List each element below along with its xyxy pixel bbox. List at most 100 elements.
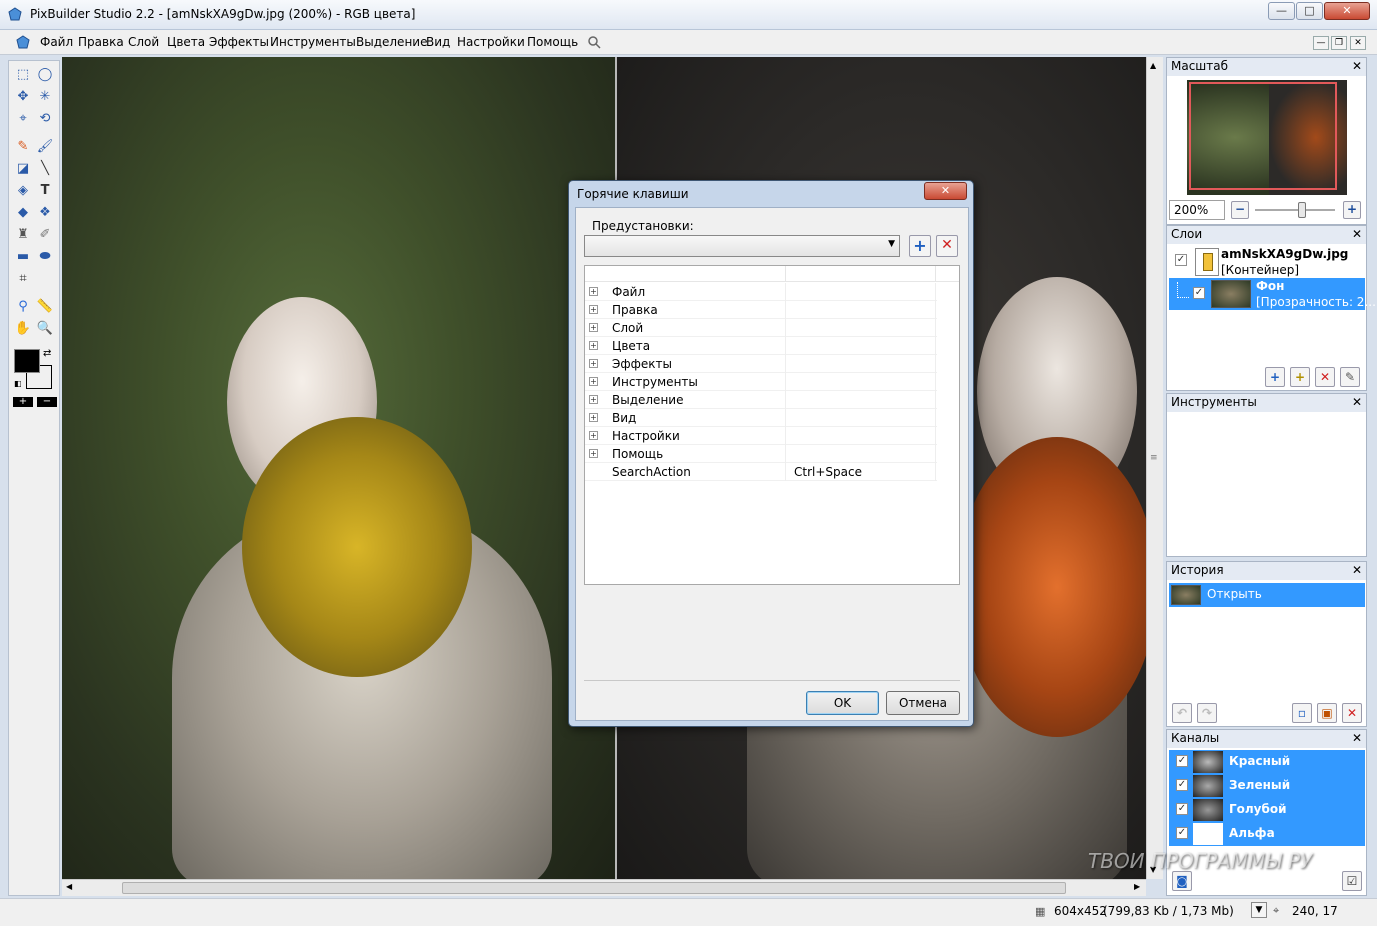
tree-row-hotkey[interactable]: Ctrl+Space (794, 465, 862, 479)
history-item[interactable]: Открыть (1169, 583, 1365, 607)
line-icon[interactable]: ╲ (35, 159, 55, 179)
expand-icon[interactable]: + (589, 449, 598, 458)
new-document-button[interactable]: ▫ (1292, 703, 1312, 723)
stamp-icon[interactable]: ♜ (13, 225, 33, 245)
smudge-icon[interactable]: ✐ (35, 225, 55, 245)
zoom-slider-thumb[interactable] (1298, 202, 1306, 218)
tree-row-tools[interactable]: + Инструменты (585, 373, 937, 391)
layer-background-visibility-checkbox[interactable]: ✓ (1193, 287, 1205, 299)
text-tool-icon[interactable]: T (35, 181, 55, 201)
redo-button[interactable]: ↷ (1197, 703, 1217, 723)
pencil-icon[interactable]: ✎ (13, 137, 33, 157)
menu-settings[interactable]: Настройки (457, 35, 525, 49)
layer-background-row[interactable]: ✓ Фон [Прозрачность: 2... (1169, 278, 1376, 310)
add-preset-button[interactable]: + (909, 235, 931, 257)
maximize-button[interactable]: □ (1296, 2, 1323, 20)
menu-file[interactable]: Файл (40, 35, 73, 49)
ok-button[interactable]: OK (806, 691, 879, 715)
new-container-button[interactable]: + (1290, 367, 1310, 387)
channel-row-blue[interactable]: ✓ Голубой (1169, 798, 1365, 822)
delete-preset-button[interactable]: ✕ (936, 235, 958, 257)
gradient-icon[interactable]: ◆ (13, 203, 33, 223)
tree-row-help[interactable]: + Помощь (585, 445, 937, 463)
tree-row-effects[interactable]: + Эффекты (585, 355, 937, 373)
expand-icon[interactable]: + (589, 341, 598, 350)
channel-row-alpha[interactable]: ✓ Альфа (1169, 822, 1365, 846)
dialog-close-button[interactable]: ✕ (924, 182, 967, 200)
expand-icon[interactable]: + (589, 395, 598, 404)
snapshot-button[interactable]: ▣ (1317, 703, 1337, 723)
minimize-button[interactable]: — (1268, 2, 1295, 20)
eraser-icon[interactable]: ◪ (13, 159, 33, 179)
magnetic-lasso-icon[interactable]: ⟲ (35, 109, 55, 129)
navigator-viewport[interactable] (1189, 82, 1337, 190)
tree-row-layer[interactable]: + Слой (585, 319, 937, 337)
tree-row-view[interactable]: + Вид (585, 409, 937, 427)
h-scroll-thumb[interactable] (122, 882, 1066, 894)
mdi-restore-button[interactable]: ❐ (1331, 36, 1347, 50)
zoom-icon[interactable]: 🔍 (35, 319, 55, 339)
zoom-out-button[interactable]: − (1231, 201, 1249, 219)
channel-green-checkbox[interactable]: ✓ (1176, 779, 1188, 791)
fill-bucket-icon[interactable]: ◈ (13, 181, 33, 201)
scroll-right-icon[interactable]: ▶ (1134, 882, 1140, 891)
zoom-input[interactable]: 200% (1169, 200, 1225, 220)
default-colors-icon[interactable]: ◧ (14, 379, 22, 388)
expand-icon[interactable]: + (589, 431, 598, 440)
expand-icon[interactable]: + (589, 359, 598, 368)
delete-history-button[interactable]: ✕ (1342, 703, 1362, 723)
ruler-icon[interactable]: 📏 (35, 297, 55, 317)
hotkeys-tree[interactable]: + Файл + Правка + Слой + Цвета + Эффекты + Инс… (584, 265, 960, 585)
menu-tools[interactable]: Инструменты (270, 35, 356, 49)
layer-container-row[interactable]: ✓ amNskXA9gDw.jpg [Контейнер] (1167, 246, 1366, 278)
quick-mask-off-icon[interactable]: − (37, 397, 57, 407)
layer-container-visibility-checkbox[interactable]: ✓ (1175, 254, 1187, 266)
ellipse-icon[interactable]: ⬬ (35, 247, 55, 267)
rounded-rect-icon[interactable]: ▬ (13, 247, 33, 267)
foreground-color-swatch[interactable] (14, 349, 40, 373)
channel-apply-button[interactable]: ☑ (1342, 871, 1362, 891)
expand-icon[interactable]: + (589, 377, 598, 386)
scroll-left-icon[interactable]: ◀ (66, 882, 72, 891)
expand-icon[interactable]: + (589, 287, 598, 296)
channel-row-red[interactable]: ✓ Красный (1169, 750, 1365, 774)
undo-button[interactable]: ↶ (1172, 703, 1192, 723)
menu-colors[interactable]: Цвета (167, 35, 205, 49)
mdi-close-button[interactable]: ✕ (1350, 36, 1366, 50)
mdi-minimize-button[interactable]: — (1313, 36, 1329, 50)
eyedropper-icon[interactable]: ⚲ (13, 297, 33, 317)
app-menu-icon[interactable] (16, 35, 30, 49)
history-panel-close-icon[interactable]: ✕ (1352, 562, 1362, 579)
menu-help[interactable]: Помощь (527, 35, 578, 49)
tree-row-file[interactable]: + Файл (585, 283, 937, 301)
menu-view[interactable]: Вид (426, 35, 450, 49)
menu-effects[interactable]: Эффекты (209, 35, 269, 49)
zoom-slider-track[interactable] (1255, 209, 1335, 211)
vertical-scrollbar[interactable]: ▲ ≡ ▼ (1146, 57, 1163, 879)
polygon-lasso-icon[interactable]: ⌖ (13, 109, 33, 129)
navigator-thumbnail[interactable] (1187, 80, 1347, 195)
tree-row-settings[interactable]: + Настройки (585, 427, 937, 445)
search-icon[interactable] (587, 35, 601, 49)
layer-properties-button[interactable]: ✎ (1340, 367, 1360, 387)
clone-icon[interactable]: ❖ (35, 203, 55, 223)
new-layer-button[interactable]: + (1265, 367, 1285, 387)
scroll-up-icon[interactable]: ▲ (1150, 61, 1156, 70)
tree-row-colors[interactable]: + Цвета (585, 337, 937, 355)
expand-icon[interactable]: + (589, 305, 598, 314)
presets-select[interactable]: ▼ (584, 235, 900, 257)
close-button[interactable]: ✕ (1324, 2, 1370, 20)
horizontal-scrollbar[interactable]: ◀ ▶ (62, 879, 1146, 896)
magic-wand-icon[interactable]: ✳ (35, 87, 55, 107)
cancel-button[interactable]: Отмена (886, 691, 960, 715)
crop-icon[interactable]: ⌗ (13, 269, 33, 289)
menu-selection[interactable]: Выделение (356, 35, 427, 49)
channels-panel-close-icon[interactable]: ✕ (1352, 730, 1362, 747)
brush-icon[interactable]: 🖌 (35, 137, 55, 157)
lasso-icon[interactable]: ◯ (35, 65, 55, 85)
tree-row-selection[interactable]: + Выделение (585, 391, 937, 409)
channel-alpha-checkbox[interactable]: ✓ (1176, 827, 1188, 839)
tree-row-searchaction[interactable]: SearchAction Ctrl+Space (585, 463, 937, 481)
channel-row-green[interactable]: ✓ Зеленый (1169, 774, 1365, 798)
hand-icon[interactable]: ✋ (13, 319, 33, 339)
